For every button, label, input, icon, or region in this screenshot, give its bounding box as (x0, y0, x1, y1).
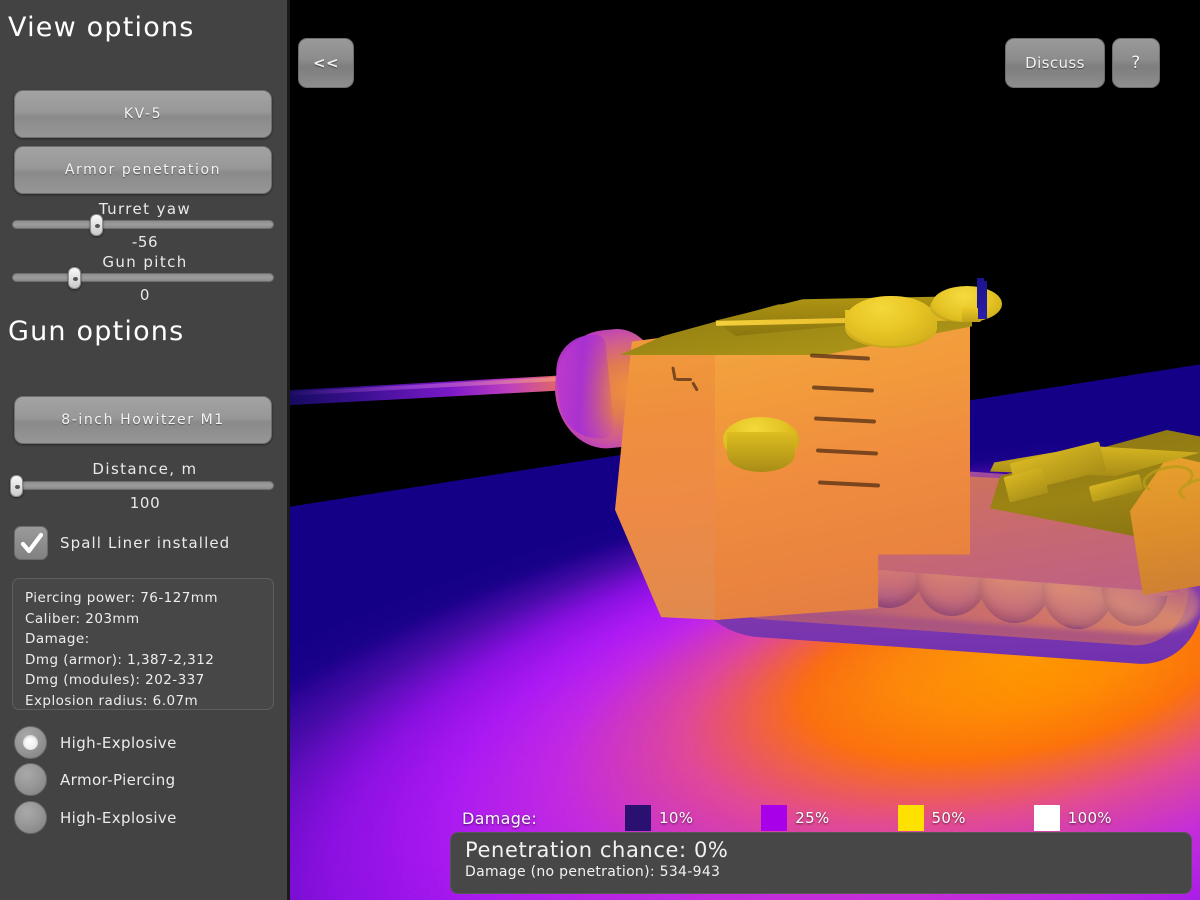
distance-value: 100 (129, 494, 161, 512)
caliber-stat: Caliber: 203mm (25, 610, 140, 627)
tank-select-button[interactable]: KV-5 (14, 90, 272, 138)
mantlet-shading (552, 333, 616, 443)
turret-yaw-label: Turret yaw (98, 200, 192, 218)
legend-percent: 100% (1067, 809, 1112, 827)
shell-type-option-2[interactable]: High-Explosive (14, 801, 177, 834)
legend-swatch (1033, 805, 1060, 831)
shell-type-label: High-Explosive (60, 733, 177, 752)
legend-percent: 10% (659, 809, 694, 827)
legend-item-0: 10% (625, 805, 761, 831)
checkbox-box[interactable] (14, 526, 48, 560)
periscope (978, 281, 987, 319)
piercing-power-stat: Piercing power: 76-127mm (25, 590, 218, 606)
app-root: << Discuss ? View options KV-5 Armor pen… (0, 0, 1200, 900)
gun-pitch-slider[interactable] (12, 273, 274, 282)
discuss-button[interactable]: Discuss (1005, 38, 1105, 88)
damage-legend: Damage: 10% 25% 50% 100% (462, 805, 1112, 831)
spall-liner-label: Spall Liner installed (60, 534, 231, 552)
check-icon (20, 532, 44, 554)
turret-front (615, 330, 720, 620)
shell-type-option-0[interactable]: High-Explosive (14, 726, 177, 759)
damage-legend-title: Damage: (462, 808, 538, 828)
legend-percent: 50% (931, 809, 966, 827)
turret-yaw-value: -56 (131, 233, 159, 251)
options-sidebar: View options KV-5 Armor penetration Turr… (0, 0, 290, 900)
gun-pitch-value: 0 (139, 286, 151, 304)
back-button[interactable]: << (298, 38, 354, 88)
penetration-result-panel: Penetration chance: 0% Damage (no penetr… (450, 832, 1192, 894)
radio-button[interactable] (14, 726, 47, 759)
tank-3d-viewport[interactable] (290, 0, 1200, 900)
legend-percent: 25% (795, 809, 830, 827)
view-mode-button[interactable]: Armor penetration (14, 146, 272, 194)
radio-button[interactable] (14, 763, 47, 796)
mg-cupola-hull-body (727, 432, 795, 472)
legend-item-2: 50% (897, 805, 1034, 831)
shell-type-label: Armor-Piercing (60, 770, 176, 789)
legend-swatch (761, 805, 788, 831)
legend-swatch (897, 805, 924, 831)
gun-options-title: Gun options (8, 316, 185, 347)
damage-header: Damage: (25, 631, 90, 648)
shell-type-option-1[interactable]: Armor-Piercing (14, 763, 176, 796)
legend-swatch (625, 805, 652, 831)
damage-no-penetration-text: Damage (no penetration): 534-943 (465, 864, 721, 880)
distance-label: Distance, m (92, 460, 198, 478)
gun-stats-panel: Piercing power: 76-127mm Caliber: 203mm … (12, 578, 274, 710)
legend-item-3: 100% (1033, 805, 1112, 831)
shell-type-label: High-Explosive (60, 808, 177, 827)
commander-cupola (845, 296, 937, 346)
penetration-chance-text: Penetration chance: 0% (465, 838, 729, 862)
radio-button[interactable] (14, 801, 47, 834)
gun-pitch-label: Gun pitch (102, 253, 188, 271)
gun-select-button[interactable]: 8-inch Howitzer M1 (14, 396, 272, 444)
turret-yaw-slider[interactable] (12, 220, 274, 229)
damage-modules-stat: Dmg (modules): 202-337 (25, 672, 205, 689)
explosion-radius-stat: Explosion radius: 6.07m (25, 692, 199, 709)
legend-item-1: 25% (761, 805, 897, 831)
distance-slider[interactable] (12, 481, 274, 490)
view-options-title: View options (8, 12, 195, 43)
damage-armor-stat: Dmg (armor): 1,387-2,312 (25, 651, 215, 668)
tank-model (290, 0, 1200, 900)
help-button[interactable]: ? (1112, 38, 1160, 88)
spall-liner-checkbox[interactable]: Spall Liner installed (14, 526, 230, 560)
